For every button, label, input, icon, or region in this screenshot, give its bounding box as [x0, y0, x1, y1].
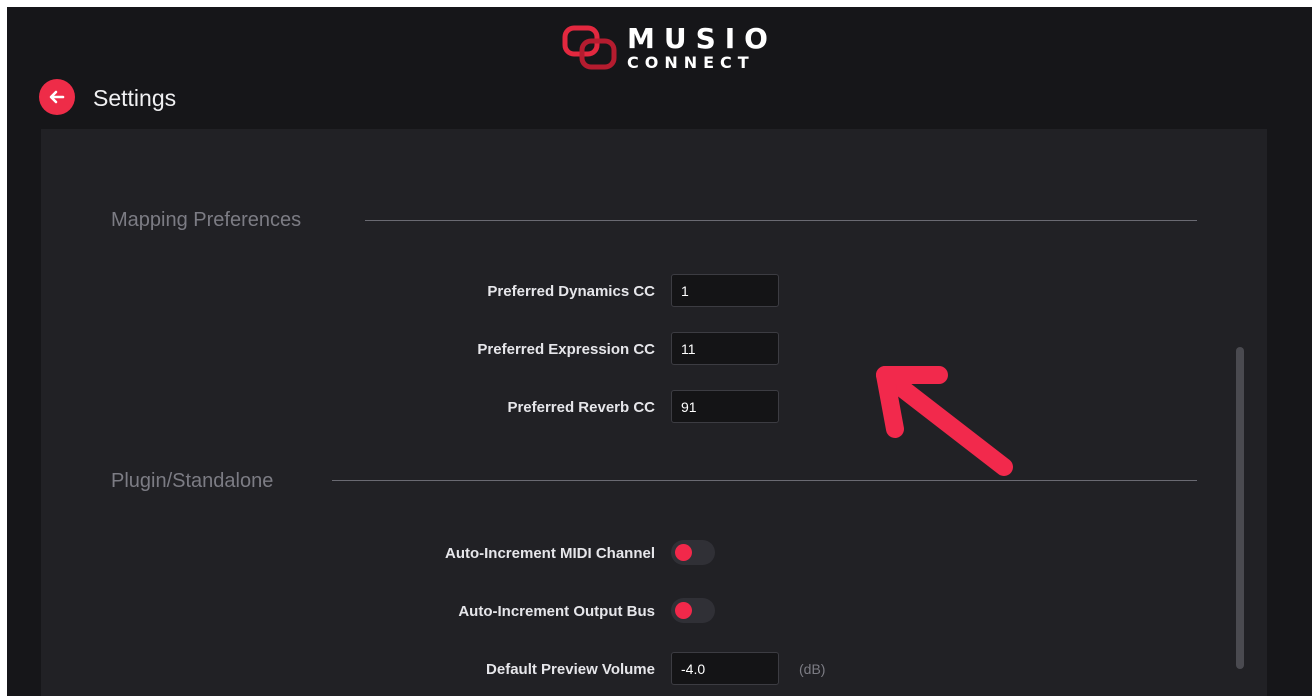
label-auto-increment-midi: Auto-Increment MIDI Channel [444, 545, 655, 562]
section-title-plugin: Plugin/Standalone [111, 470, 274, 492]
toggle-knob [675, 602, 692, 619]
auto-increment-midi-toggle[interactable] [671, 540, 715, 565]
section-divider [332, 480, 1197, 481]
vertical-scrollbar[interactable] [1236, 347, 1244, 669]
section-divider [365, 220, 1197, 221]
musio-connect-logo: MUSIO CONNECT [562, 21, 782, 77]
settings-panel: Mapping Preferences Preferred Dynamics C… [41, 129, 1267, 696]
label-expression-cc: Preferred Expression CC [477, 341, 655, 358]
pointer-arrow-icon [876, 366, 1013, 476]
section-title-mapping: Mapping Preferences [111, 209, 302, 231]
label-auto-increment-bus: Auto-Increment Output Bus [458, 603, 655, 620]
chain-link-icon [562, 25, 617, 70]
back-button[interactable] [39, 79, 75, 115]
label-reverb-cc: Preferred Reverb CC [507, 399, 655, 416]
reverb-cc-input[interactable] [671, 390, 779, 423]
toggle-knob [675, 544, 692, 561]
logo-text-connect: CONNECT [627, 53, 755, 72]
settings-window: MUSIO CONNECT Settings Mapping Preferenc… [7, 7, 1312, 696]
label-dynamics-cc: Preferred Dynamics CC [487, 283, 655, 300]
auto-increment-bus-toggle[interactable] [671, 598, 715, 623]
preview-volume-input[interactable] [671, 652, 779, 685]
expression-cc-input[interactable] [671, 332, 779, 365]
volume-unit: (dB) [799, 661, 826, 677]
label-preview-volume: Default Preview Volume [486, 661, 655, 678]
logo-text-musio: MUSIO [627, 22, 777, 55]
dynamics-cc-input[interactable] [671, 274, 779, 307]
page-title: Settings [93, 85, 177, 111]
arrow-left-icon [49, 90, 65, 104]
